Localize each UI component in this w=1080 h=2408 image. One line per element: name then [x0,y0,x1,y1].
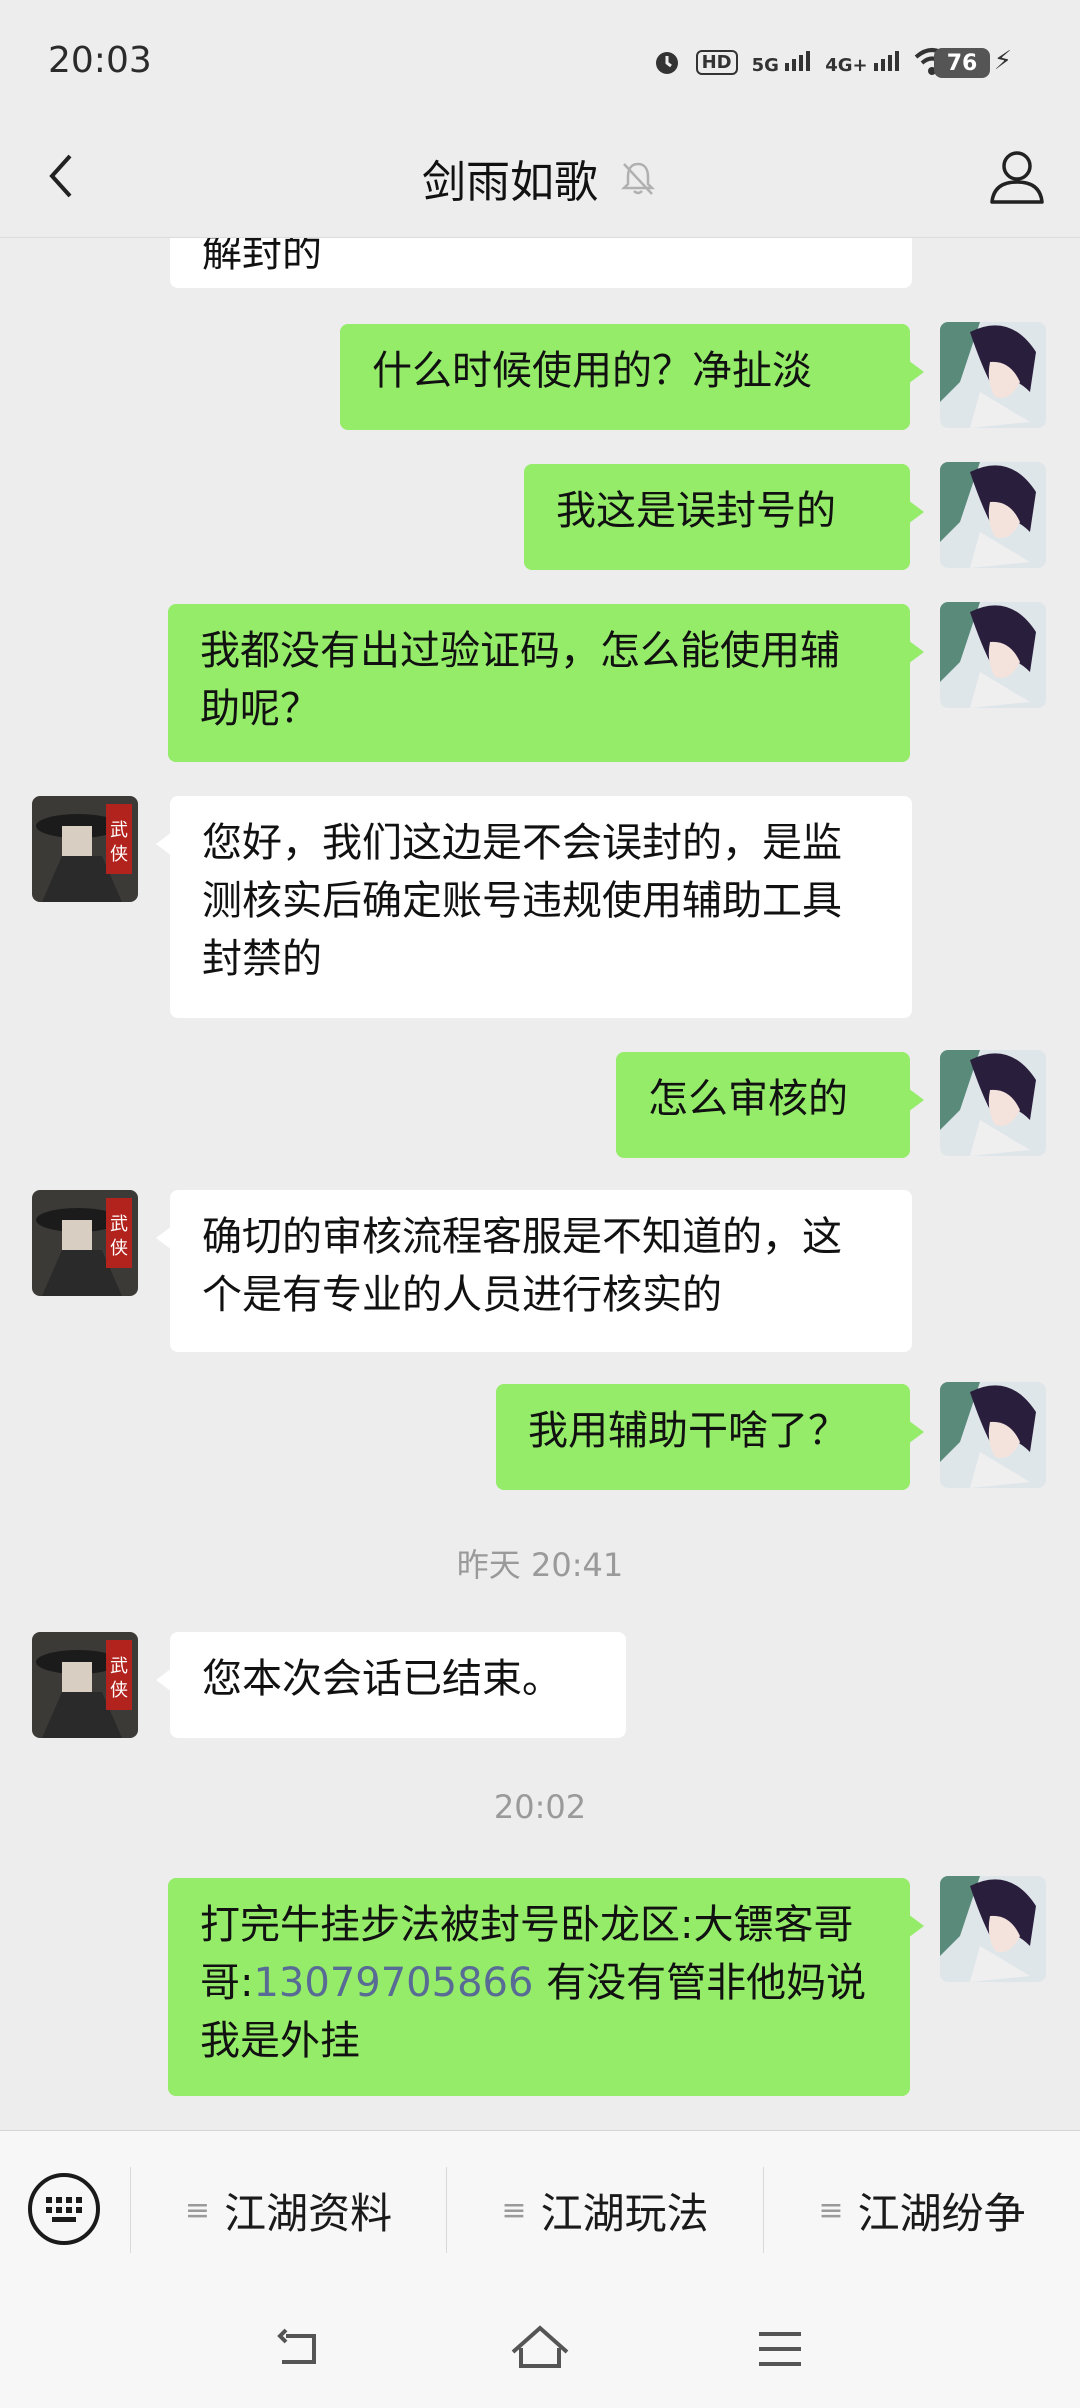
status-icons: HD 5G 4G+ [652,42,950,82]
charging-icon: ⚡ [993,46,1012,76]
message-bubble[interactable]: 打完牛挂步法被封号卧龙区:大镖客哥哥:13079705866 有没有管非他妈说我… [168,1878,924,2096]
battery-icon: 76 [934,48,990,78]
svg-text:侠: 侠 [110,1680,128,1701]
svg-text:侠: 侠 [110,844,128,865]
system-nav-bar [0,2288,1080,2408]
service-avatar[interactable]: 武 侠 [32,1190,138,1296]
message-bubble[interactable]: 怎么审核的 [616,1052,924,1158]
chat-messages[interactable]: 解封的 什么时候使用的？净扯淡 我这是误封号的 我都没有出过验证码，怎么能使用辅… [0,238,1080,2130]
back-nav-icon[interactable] [264,2314,334,2384]
svg-text:侠: 侠 [110,1238,128,1259]
message-bubble[interactable]: 我都没有出过验证码，怎么能使用辅助呢？ [168,604,924,762]
my-avatar[interactable] [940,322,1046,428]
message-bubble[interactable]: 我用辅助干啥了？ [496,1384,924,1490]
signal-5g-icon: 5G [752,49,812,76]
menu-list-icon: ≡ [501,2192,527,2228]
chat-title-text: 剑雨如歌 [422,157,598,208]
svg-text:武: 武 [110,1214,128,1235]
alarm-icon [655,52,678,74]
message-bubble[interactable]: 解封的 [170,238,912,288]
wuxia-avatar-icon: 武 侠 [32,796,138,902]
message-bubble[interactable]: 您好，我们这边是不会误封的，是监测核实后确定账号违规使用辅助工具封禁的 [156,796,912,1018]
status-bar: 20:03 HD 5G 4G+ 76 ⚡ [0,0,1080,120]
my-avatar[interactable] [940,1050,1046,1156]
message-bubble[interactable]: 什么时候使用的？净扯淡 [340,324,924,430]
message-bubble[interactable]: 确切的审核流程客服是不知道的，这个是有专业的人员进行核实的 [156,1190,912,1352]
anime-avatar-icon [940,602,1046,708]
anime-avatar-icon [940,322,1046,428]
menu-nav-icon[interactable] [745,2314,815,2384]
anime-avatar-icon [940,1382,1046,1488]
menu-list-icon: ≡ [184,2192,211,2228]
hd-icon: HD [695,49,738,75]
chat-title: 剑雨如歌 [0,146,1080,210]
phone-number-link[interactable]: 13079705866 [253,1960,533,2006]
menu-item-jianghu-gameplay[interactable]: ≡ 江湖玩法 [447,2131,763,2289]
wuxia-avatar-icon: 武 侠 [32,1632,138,1738]
my-avatar[interactable] [940,462,1046,568]
message-bubble[interactable]: 您本次会话已结束。 [156,1632,626,1738]
status-time: 20:03 [48,40,152,81]
menu-item-jianghu-info[interactable]: ≡ 江湖资料 [131,2131,446,2289]
my-avatar[interactable] [940,1382,1046,1488]
menu-list-icon: ≡ [818,2192,844,2228]
service-avatar[interactable]: 武 侠 [32,1632,138,1738]
mute-bell-icon [620,162,656,195]
svg-text:武: 武 [110,1656,128,1677]
signal-4g-icon: 4G+ [825,49,900,76]
anime-avatar-icon [940,1050,1046,1156]
official-account-menu: ≡ 江湖资料 ≡ 江湖玩法 ≡ 江湖纷争 [0,2130,1080,2288]
message-timestamp: 20:02 [493,1788,587,1826]
chat-header: 剑雨如歌 [0,120,1080,238]
profile-icon[interactable] [984,144,1050,210]
message-bubble[interactable]: 我这是误封号的 [524,464,924,570]
keyboard-icon[interactable] [26,2171,102,2247]
anime-avatar-icon [940,1876,1046,1982]
message-timestamp: 昨天 20:41 [456,1546,624,1584]
service-avatar[interactable]: 武 侠 [32,796,138,902]
anime-avatar-icon [940,462,1046,568]
my-avatar[interactable] [940,602,1046,708]
wuxia-avatar-icon: 武 侠 [32,1190,138,1296]
home-nav-icon[interactable] [505,2314,575,2384]
svg-text:武: 武 [110,820,128,841]
my-avatar[interactable] [940,1876,1046,1982]
menu-item-jianghu-disputes[interactable]: ≡ 江湖纷争 [764,2131,1080,2289]
